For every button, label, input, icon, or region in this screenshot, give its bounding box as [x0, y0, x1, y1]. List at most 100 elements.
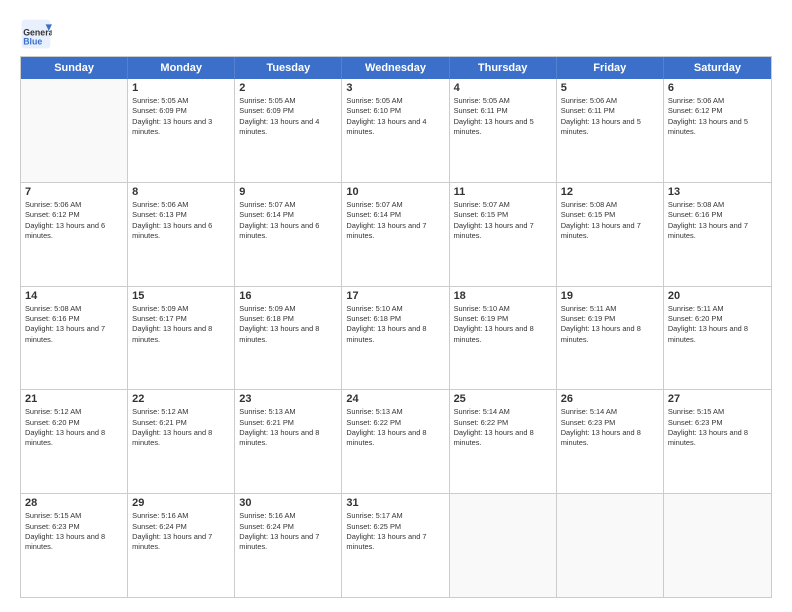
- calendar-cell-1-6: 13 Sunrise: 5:08 AM Sunset: 6:16 PM Dayl…: [664, 183, 771, 286]
- week-row-4: 21 Sunrise: 5:12 AM Sunset: 6:20 PM Dayl…: [21, 390, 771, 494]
- cell-info: Sunrise: 5:14 AM Sunset: 6:22 PM Dayligh…: [454, 407, 552, 448]
- calendar-cell-1-3: 10 Sunrise: 5:07 AM Sunset: 6:14 PM Dayl…: [342, 183, 449, 286]
- cell-info: Sunrise: 5:05 AM Sunset: 6:11 PM Dayligh…: [454, 96, 552, 137]
- day-number: 21: [25, 393, 123, 405]
- day-number: 24: [346, 393, 444, 405]
- day-number: 30: [239, 497, 337, 509]
- calendar-cell-0-4: 4 Sunrise: 5:05 AM Sunset: 6:11 PM Dayli…: [450, 79, 557, 182]
- day-number: 2: [239, 82, 337, 94]
- day-number: 6: [668, 82, 767, 94]
- page: General Blue Sunday Monday Tuesday Wedne…: [0, 0, 792, 612]
- day-number: 20: [668, 290, 767, 302]
- calendar-cell-4-6: [664, 494, 771, 597]
- calendar-body: 1 Sunrise: 5:05 AM Sunset: 6:09 PM Dayli…: [21, 79, 771, 597]
- calendar-cell-3-1: 22 Sunrise: 5:12 AM Sunset: 6:21 PM Dayl…: [128, 390, 235, 493]
- header-thursday: Thursday: [450, 57, 557, 79]
- day-number: 12: [561, 186, 659, 198]
- cell-info: Sunrise: 5:08 AM Sunset: 6:16 PM Dayligh…: [668, 200, 767, 241]
- cell-info: Sunrise: 5:10 AM Sunset: 6:18 PM Dayligh…: [346, 304, 444, 345]
- cell-info: Sunrise: 5:12 AM Sunset: 6:21 PM Dayligh…: [132, 407, 230, 448]
- calendar-cell-4-5: [557, 494, 664, 597]
- cell-info: Sunrise: 5:15 AM Sunset: 6:23 PM Dayligh…: [668, 407, 767, 448]
- day-number: 8: [132, 186, 230, 198]
- cell-info: Sunrise: 5:05 AM Sunset: 6:10 PM Dayligh…: [346, 96, 444, 137]
- day-number: 18: [454, 290, 552, 302]
- calendar-cell-1-2: 9 Sunrise: 5:07 AM Sunset: 6:14 PM Dayli…: [235, 183, 342, 286]
- cell-info: Sunrise: 5:06 AM Sunset: 6:12 PM Dayligh…: [668, 96, 767, 137]
- week-row-3: 14 Sunrise: 5:08 AM Sunset: 6:16 PM Dayl…: [21, 287, 771, 391]
- calendar-cell-0-2: 2 Sunrise: 5:05 AM Sunset: 6:09 PM Dayli…: [235, 79, 342, 182]
- header-monday: Monday: [128, 57, 235, 79]
- day-number: 9: [239, 186, 337, 198]
- day-number: 13: [668, 186, 767, 198]
- day-number: 5: [561, 82, 659, 94]
- week-row-1: 1 Sunrise: 5:05 AM Sunset: 6:09 PM Dayli…: [21, 79, 771, 183]
- day-number: 27: [668, 393, 767, 405]
- calendar-cell-1-1: 8 Sunrise: 5:06 AM Sunset: 6:13 PM Dayli…: [128, 183, 235, 286]
- calendar-header: Sunday Monday Tuesday Wednesday Thursday…: [21, 57, 771, 79]
- cell-info: Sunrise: 5:11 AM Sunset: 6:20 PM Dayligh…: [668, 304, 767, 345]
- cell-info: Sunrise: 5:10 AM Sunset: 6:19 PM Dayligh…: [454, 304, 552, 345]
- calendar-cell-2-1: 15 Sunrise: 5:09 AM Sunset: 6:17 PM Dayl…: [128, 287, 235, 390]
- cell-info: Sunrise: 5:06 AM Sunset: 6:13 PM Dayligh…: [132, 200, 230, 241]
- header-sunday: Sunday: [21, 57, 128, 79]
- calendar-cell-4-3: 31 Sunrise: 5:17 AM Sunset: 6:25 PM Dayl…: [342, 494, 449, 597]
- calendar-cell-3-0: 21 Sunrise: 5:12 AM Sunset: 6:20 PM Dayl…: [21, 390, 128, 493]
- day-number: 15: [132, 290, 230, 302]
- cell-info: Sunrise: 5:07 AM Sunset: 6:15 PM Dayligh…: [454, 200, 552, 241]
- calendar-cell-4-2: 30 Sunrise: 5:16 AM Sunset: 6:24 PM Dayl…: [235, 494, 342, 597]
- cell-info: Sunrise: 5:09 AM Sunset: 6:17 PM Dayligh…: [132, 304, 230, 345]
- calendar-cell-0-5: 5 Sunrise: 5:06 AM Sunset: 6:11 PM Dayli…: [557, 79, 664, 182]
- day-number: 16: [239, 290, 337, 302]
- calendar-cell-0-6: 6 Sunrise: 5:06 AM Sunset: 6:12 PM Dayli…: [664, 79, 771, 182]
- day-number: 26: [561, 393, 659, 405]
- cell-info: Sunrise: 5:06 AM Sunset: 6:11 PM Dayligh…: [561, 96, 659, 137]
- calendar-cell-4-1: 29 Sunrise: 5:16 AM Sunset: 6:24 PM Dayl…: [128, 494, 235, 597]
- day-number: 28: [25, 497, 123, 509]
- day-number: 25: [454, 393, 552, 405]
- calendar-cell-1-5: 12 Sunrise: 5:08 AM Sunset: 6:15 PM Dayl…: [557, 183, 664, 286]
- calendar-cell-0-0: [21, 79, 128, 182]
- cell-info: Sunrise: 5:17 AM Sunset: 6:25 PM Dayligh…: [346, 511, 444, 552]
- cell-info: Sunrise: 5:16 AM Sunset: 6:24 PM Dayligh…: [132, 511, 230, 552]
- calendar-cell-2-2: 16 Sunrise: 5:09 AM Sunset: 6:18 PM Dayl…: [235, 287, 342, 390]
- cell-info: Sunrise: 5:07 AM Sunset: 6:14 PM Dayligh…: [346, 200, 444, 241]
- logo: General Blue: [20, 18, 56, 50]
- cell-info: Sunrise: 5:09 AM Sunset: 6:18 PM Dayligh…: [239, 304, 337, 345]
- day-number: 31: [346, 497, 444, 509]
- calendar-cell-3-6: 27 Sunrise: 5:15 AM Sunset: 6:23 PM Dayl…: [664, 390, 771, 493]
- cell-info: Sunrise: 5:13 AM Sunset: 6:22 PM Dayligh…: [346, 407, 444, 448]
- calendar-cell-4-4: [450, 494, 557, 597]
- day-number: 4: [454, 82, 552, 94]
- week-row-2: 7 Sunrise: 5:06 AM Sunset: 6:12 PM Dayli…: [21, 183, 771, 287]
- svg-text:Blue: Blue: [23, 36, 42, 46]
- header: General Blue: [20, 18, 772, 50]
- header-wednesday: Wednesday: [342, 57, 449, 79]
- calendar-cell-4-0: 28 Sunrise: 5:15 AM Sunset: 6:23 PM Dayl…: [21, 494, 128, 597]
- cell-info: Sunrise: 5:15 AM Sunset: 6:23 PM Dayligh…: [25, 511, 123, 552]
- cell-info: Sunrise: 5:05 AM Sunset: 6:09 PM Dayligh…: [239, 96, 337, 137]
- cell-info: Sunrise: 5:14 AM Sunset: 6:23 PM Dayligh…: [561, 407, 659, 448]
- day-number: 10: [346, 186, 444, 198]
- day-number: 17: [346, 290, 444, 302]
- calendar-cell-3-4: 25 Sunrise: 5:14 AM Sunset: 6:22 PM Dayl…: [450, 390, 557, 493]
- cell-info: Sunrise: 5:07 AM Sunset: 6:14 PM Dayligh…: [239, 200, 337, 241]
- calendar-cell-2-6: 20 Sunrise: 5:11 AM Sunset: 6:20 PM Dayl…: [664, 287, 771, 390]
- cell-info: Sunrise: 5:13 AM Sunset: 6:21 PM Dayligh…: [239, 407, 337, 448]
- calendar: Sunday Monday Tuesday Wednesday Thursday…: [20, 56, 772, 598]
- day-number: 3: [346, 82, 444, 94]
- day-number: 7: [25, 186, 123, 198]
- calendar-cell-1-0: 7 Sunrise: 5:06 AM Sunset: 6:12 PM Dayli…: [21, 183, 128, 286]
- header-friday: Friday: [557, 57, 664, 79]
- week-row-5: 28 Sunrise: 5:15 AM Sunset: 6:23 PM Dayl…: [21, 494, 771, 597]
- calendar-cell-3-3: 24 Sunrise: 5:13 AM Sunset: 6:22 PM Dayl…: [342, 390, 449, 493]
- cell-info: Sunrise: 5:08 AM Sunset: 6:15 PM Dayligh…: [561, 200, 659, 241]
- day-number: 19: [561, 290, 659, 302]
- cell-info: Sunrise: 5:08 AM Sunset: 6:16 PM Dayligh…: [25, 304, 123, 345]
- calendar-cell-2-0: 14 Sunrise: 5:08 AM Sunset: 6:16 PM Dayl…: [21, 287, 128, 390]
- cell-info: Sunrise: 5:12 AM Sunset: 6:20 PM Dayligh…: [25, 407, 123, 448]
- calendar-cell-3-5: 26 Sunrise: 5:14 AM Sunset: 6:23 PM Dayl…: [557, 390, 664, 493]
- calendar-cell-0-1: 1 Sunrise: 5:05 AM Sunset: 6:09 PM Dayli…: [128, 79, 235, 182]
- day-number: 22: [132, 393, 230, 405]
- calendar-cell-1-4: 11 Sunrise: 5:07 AM Sunset: 6:15 PM Dayl…: [450, 183, 557, 286]
